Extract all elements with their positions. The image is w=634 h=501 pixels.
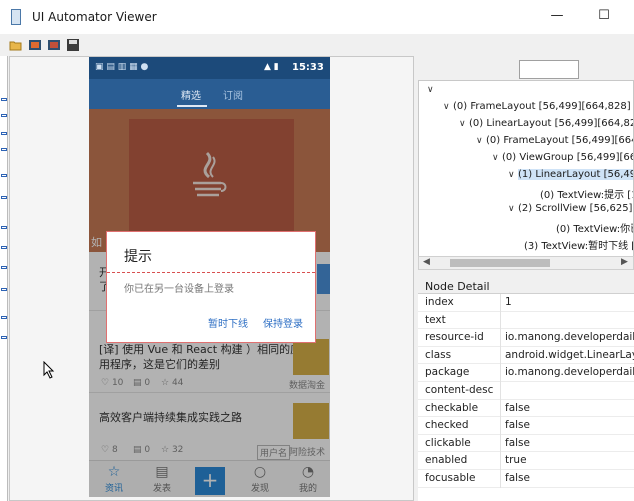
status-icons: ▣ ▤ ▥ ▦ ● — [95, 62, 149, 72]
edge-mark — [1, 174, 7, 177]
tree-node[interactable]: (3) TextView:暂时下线 [3 — [514, 237, 633, 252]
signal-icon: ▲ ▮ — [264, 62, 279, 72]
table-row[interactable]: content-desc — [418, 382, 634, 400]
table-row[interactable]: text — [418, 311, 634, 330]
dialog-title: 提示 — [124, 249, 152, 265]
status-time: 15:33 — [292, 62, 324, 73]
status-bar: ▣ ▤ ▥ ▦ ● ▲ ▮ 15:33 — [89, 57, 330, 79]
tree-node[interactable]: ∨ (0) ViewGroup [56,499][664 — [492, 152, 633, 163]
tree-node[interactable]: ∨ — [427, 84, 437, 95]
dialog-message: 你已在另一台设备上登录 — [124, 284, 234, 295]
filter-box[interactable] — [519, 60, 579, 79]
app-icon — [11, 9, 21, 25]
device-screenshot-icon[interactable] — [28, 38, 42, 52]
title-bar: UI Automator Viewer — ☐ — [0, 0, 634, 34]
tab-underline — [177, 105, 207, 107]
table-row[interactable]: package io.manong.developerdaily — [418, 364, 634, 382]
edge-mark — [1, 226, 7, 229]
table-row[interactable]: checked false — [418, 417, 634, 435]
edge-mark — [1, 246, 7, 249]
table-row[interactable]: resource-id io.manong.developerdaily: — [418, 329, 634, 347]
edge-mark — [1, 114, 7, 117]
edge-mark — [1, 98, 7, 101]
device-screenshot-compressed-icon[interactable] — [47, 38, 61, 52]
maximize-button[interactable]: ☐ — [593, 6, 615, 26]
scroll-left-icon[interactable]: ◀ — [423, 257, 430, 267]
node-detail-header: Node Detail — [418, 279, 634, 294]
edge-mark — [1, 148, 7, 151]
table-row[interactable]: checkable false — [418, 399, 634, 418]
save-icon[interactable] — [66, 38, 80, 52]
edge-mark — [1, 132, 7, 135]
table-row[interactable]: focusable false — [418, 470, 634, 488]
app-bar: 精选 订阅 — [89, 79, 330, 109]
tree-node[interactable]: ∨ (1) LinearLayout [56,499 — [508, 169, 633, 180]
table-row[interactable]: class android.widget.LinearLayo — [418, 346, 634, 365]
stay-logged-in-button[interactable]: 保持登录 — [263, 315, 303, 330]
mouse-cursor-icon — [43, 361, 55, 379]
tree-node[interactable]: (0) TextView:你已在另 — [546, 220, 633, 235]
edge-mark — [1, 196, 7, 199]
window-title: UI Automator Viewer — [32, 10, 157, 24]
edge-mark — [1, 316, 7, 319]
tree-node[interactable]: ∨ (0) LinearLayout [56,499][664,828 — [459, 118, 633, 129]
node-detail-table: index 1 text resource-id io.manong.develop… — [418, 294, 634, 501]
table-row[interactable]: index 1 — [418, 294, 634, 312]
tree-node[interactable]: ∨ (0) FrameLayout [56,499][664,828] — [443, 101, 631, 112]
dialog-divider — [107, 272, 315, 273]
edge-mark — [1, 266, 7, 269]
scrollbar-thumb[interactable] — [450, 259, 550, 267]
login-dialog: 提示 你已在另一台设备上登录 暂时下线 保持登录 — [106, 231, 316, 343]
tab-subscribed[interactable]: 订阅 — [223, 87, 243, 102]
left-edge-strip — [0, 56, 8, 501]
toolbar — [0, 34, 634, 56]
table-row[interactable]: enabled true — [418, 452, 634, 470]
open-folder-icon[interactable] — [9, 38, 23, 52]
offline-button[interactable]: 暂时下线 — [208, 315, 248, 330]
tree-node[interactable]: ∨ (2) ScrollView [56,625][ — [508, 203, 633, 214]
edge-mark — [1, 336, 7, 339]
tree-node[interactable]: ∨ (0) FrameLayout [56,499][664, — [476, 135, 633, 146]
edge-mark — [1, 288, 7, 291]
scroll-right-icon[interactable]: ▶ — [621, 257, 628, 267]
tree-node[interactable]: (0) TextView:提示 [10 — [530, 186, 633, 201]
table-row[interactable]: clickable false — [418, 434, 634, 453]
hierarchy-tree[interactable]: ∨ ∨ (0) FrameLayout [56,499][664,828] ∨ (0… — [418, 80, 634, 270]
tab-featured[interactable]: 精选 — [181, 87, 201, 102]
minimize-button[interactable]: — — [546, 6, 568, 26]
